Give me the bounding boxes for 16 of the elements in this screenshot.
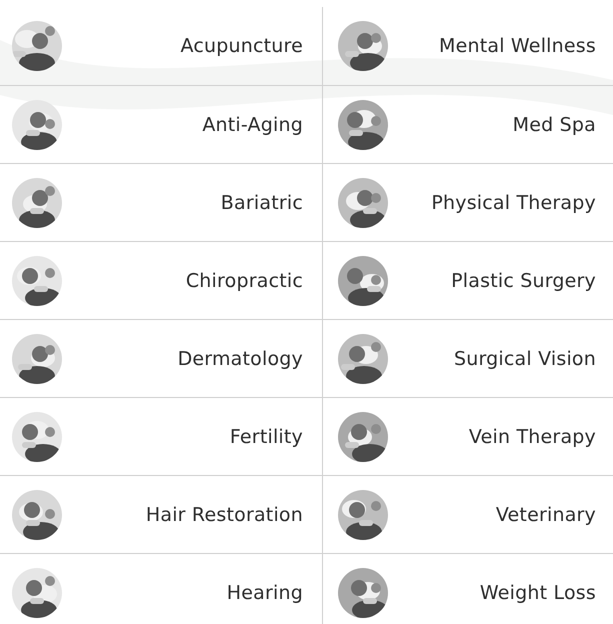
service-label[interactable]: Vein Therapy — [468, 426, 596, 448]
service-label[interactable]: Med Spa — [512, 114, 596, 136]
service-label[interactable]: Hearing — [226, 582, 303, 604]
service-label[interactable]: Weight Loss — [480, 582, 596, 604]
service-label[interactable]: Mental Wellness — [439, 35, 596, 57]
service-label[interactable]: Anti-Aging — [202, 114, 303, 136]
service-label[interactable]: Surgical Vision — [454, 348, 596, 370]
service-label[interactable]: Fertility — [230, 426, 303, 448]
service-label[interactable]: Hair Restoration — [146, 504, 303, 526]
service-label[interactable]: Plastic Surgery — [451, 270, 596, 292]
service-label[interactable]: Bariatric — [220, 192, 303, 214]
service-label[interactable]: Chiropractic — [186, 270, 303, 292]
service-label[interactable]: Dermatology — [178, 348, 303, 370]
service-label[interactable]: Veterinary — [496, 504, 596, 526]
service-label[interactable]: Acupuncture — [180, 35, 303, 57]
service-label[interactable]: Physical Therapy — [431, 192, 596, 214]
